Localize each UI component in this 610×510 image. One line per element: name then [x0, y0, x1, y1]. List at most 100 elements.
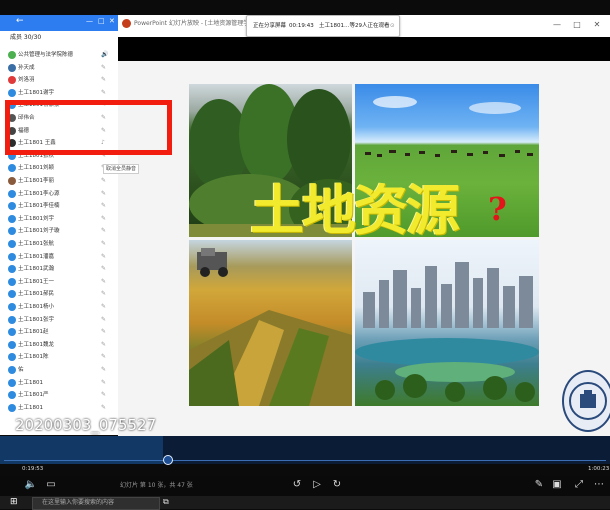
video-seek-thumb[interactable]	[162, 455, 173, 465]
participant-name: 佑	[18, 367, 24, 373]
taskbar-search-placeholder: 在这里输入你要搜索的内容	[42, 499, 115, 506]
participant-row[interactable]: 土工1801李丽 ✎	[0, 175, 118, 188]
video-seek-line	[4, 460, 606, 461]
avatar-icon	[8, 328, 16, 337]
participant-row[interactable]: 土工1801赵 ✎	[0, 326, 118, 339]
mic-status-icon[interactable]: ✎	[101, 377, 106, 390]
avatar-icon	[8, 303, 16, 311]
participant-row[interactable]: 土工1801武瀚 ✎	[0, 263, 118, 276]
avatar-icon	[8, 366, 16, 374]
participant-row[interactable]: 土工1801陈 ✎	[0, 351, 118, 364]
participant-row[interactable]: 土工1801 ✎	[0, 377, 118, 390]
mic-status-icon[interactable]: ✎	[101, 402, 106, 415]
mic-status-icon[interactable]: ✎	[101, 74, 106, 87]
pen-icon[interactable]: ✎	[532, 478, 546, 492]
minimize-button[interactable]: —	[548, 15, 566, 35]
mic-status-icon[interactable]: ✎	[101, 225, 106, 238]
university-emblem	[562, 370, 610, 432]
participant-row[interactable]: 土工1801李心源 ✎	[0, 188, 118, 201]
participant-row[interactable]: 土工1801 ✎	[0, 402, 118, 415]
powerpoint-icon	[122, 19, 131, 28]
mic-status-icon[interactable]: ✎	[101, 288, 106, 301]
participant-name: 土工1801郝民	[18, 291, 54, 298]
participant-row[interactable]: 土工1801张宇 ✎	[0, 314, 118, 327]
mic-status-icon[interactable]: ✎	[101, 175, 106, 188]
avatar-icon	[8, 240, 16, 248]
close-button[interactable]: ✕	[588, 15, 606, 35]
subtitle-icon[interactable]: ▭	[44, 478, 58, 492]
mic-status-icon[interactable]: ✎	[101, 276, 106, 289]
mic-status-icon[interactable]: ✎	[101, 326, 106, 339]
mic-status-icon[interactable]: ✎	[101, 301, 106, 314]
fullscreen-icon[interactable]: ⤢	[572, 478, 586, 492]
mic-status-icon[interactable]: ✎	[101, 364, 106, 377]
participant-name: 土工1801王一	[18, 278, 54, 285]
participant-row[interactable]: 土工1801刘宇 ✎	[0, 213, 118, 226]
avatar-icon	[8, 76, 16, 85]
video-total-time: 1:00:23	[588, 466, 610, 472]
avatar-icon	[8, 63, 16, 72]
close-panel-icon[interactable]: ✕	[109, 17, 115, 25]
expand-panel-icon[interactable]: □	[98, 17, 105, 25]
maximize-button[interactable]: □	[568, 15, 586, 35]
mic-status-icon[interactable]: ✎	[101, 339, 106, 352]
more-icon[interactable]: ⋯	[592, 478, 606, 492]
task-view-icon[interactable]: ⧉	[163, 497, 169, 507]
avatar-icon	[8, 164, 16, 173]
play-icon[interactable]: ▷	[310, 478, 324, 492]
rewind-icon[interactable]: ↺	[290, 478, 304, 492]
participant-name: 土工1801武瀚	[18, 266, 54, 273]
participant-row[interactable]: 佑 ✎	[0, 364, 118, 377]
mic-status-icon[interactable]: ✎	[101, 251, 106, 264]
participant-name: 刘洛羽	[18, 77, 35, 84]
participant-name: 土工1801李佳楠	[18, 203, 60, 210]
participant-row[interactable]: 土工1801刘子璇 ✎	[0, 225, 118, 238]
avatar-icon	[8, 391, 16, 400]
mic-status-icon[interactable]: ✎	[101, 213, 106, 226]
participant-row[interactable]: 土工1801王一 ✎	[0, 276, 118, 289]
participant-row[interactable]: 土工1801杨小 ✎	[0, 301, 118, 314]
screen-icon[interactable]: ▣	[550, 478, 564, 492]
minimize-panel-icon[interactable]: —	[86, 17, 93, 25]
back-arrow-icon[interactable]: ←	[16, 16, 24, 26]
participant-row[interactable]: 土工1801潘嘉 ✎	[0, 251, 118, 264]
participant-row[interactable]: 土工1801郝民 ✎	[0, 288, 118, 301]
avatar-icon	[8, 51, 16, 59]
avatar-icon	[8, 252, 16, 261]
mic-status-icon[interactable]: ✎	[101, 351, 106, 364]
mic-status-icon[interactable]: ✎	[101, 314, 106, 327]
mute-all-tooltip: 取消全员静音	[103, 164, 140, 174]
participant-name: 孙天成	[18, 64, 35, 71]
participant-row[interactable]: 公共管理与法学院陈德 🔊	[0, 49, 118, 62]
participant-row[interactable]: 土工1801严 ✎	[0, 389, 118, 402]
participant-row[interactable]: 土工1801刘颖✎	[0, 162, 118, 175]
participant-row[interactable]: 土工1801李佳楠 ✎	[0, 200, 118, 213]
participant-row[interactable]: 土工1801魏龙 ✎	[0, 339, 118, 352]
mic-status-icon[interactable]: 🔊	[101, 49, 108, 62]
participant-row[interactable]: 孙天成 ✎	[0, 62, 118, 75]
slide-content	[189, 84, 539, 406]
mic-status-icon[interactable]: ✎	[101, 188, 106, 201]
participant-name: 土工1801刘宇	[18, 215, 54, 222]
mic-status-icon[interactable]: ✎	[101, 87, 106, 100]
volume-icon[interactable]: 🔈	[24, 478, 38, 492]
mic-status-icon[interactable]: ✎	[101, 238, 106, 251]
participant-row[interactable]: 刘洛羽 ✎	[0, 74, 118, 87]
mic-status-icon[interactable]: ✎	[101, 263, 106, 276]
participant-name: 土工1801赵	[18, 329, 49, 336]
participant-name: 土工1801李丽	[18, 178, 54, 184]
participant-row[interactable]: 土工1801谢宇 ✎	[0, 87, 118, 100]
member-count: 成员 30/30	[10, 34, 42, 41]
avatar-icon	[8, 340, 16, 349]
avatar-icon	[8, 214, 16, 223]
mic-status-icon[interactable]: ✎	[101, 62, 106, 75]
share-viewers: 土工1801…等29人正在观看	[319, 23, 390, 29]
windows-start-icon[interactable]: ⊞	[10, 497, 20, 507]
mic-status-icon[interactable]: ✎	[101, 389, 106, 402]
participant-row[interactable]: 土工1801张航 ✎	[0, 238, 118, 251]
forward-icon[interactable]: ↻	[330, 478, 344, 492]
avatar-icon	[8, 227, 16, 236]
participant-name: 土工1801刘颖	[18, 165, 54, 172]
mic-status-icon[interactable]: ✎	[101, 200, 106, 213]
participant-name: 土工1801谢宇	[18, 89, 54, 96]
